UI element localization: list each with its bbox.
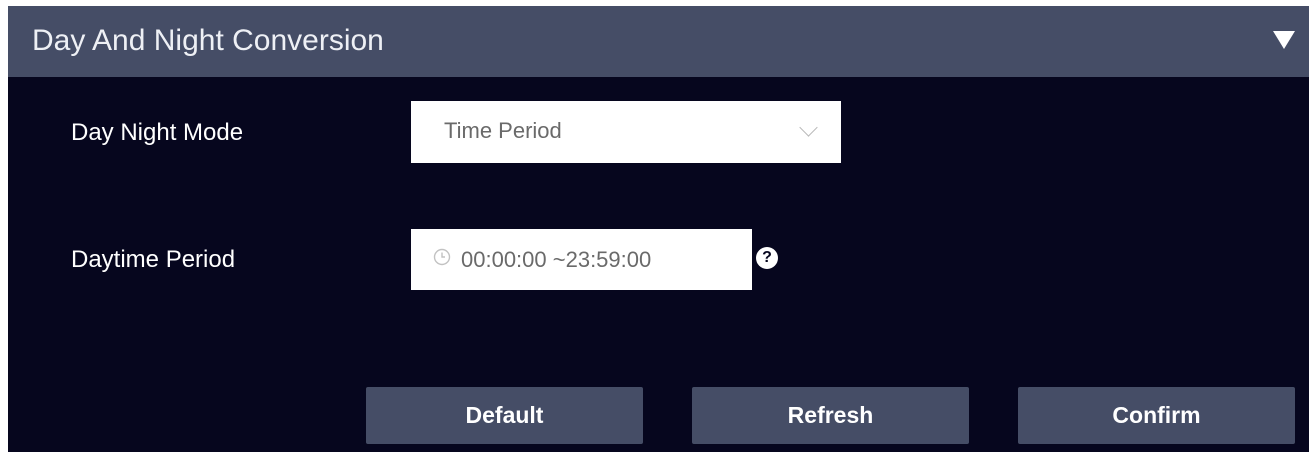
default-button[interactable]: Default (366, 387, 643, 444)
day-night-mode-value: Time Period (444, 118, 562, 143)
chevron-down-icon (799, 118, 818, 137)
day-night-mode-select[interactable]: Time Period (411, 101, 841, 163)
day-night-conversion-panel: Day And Night Conversion Day Night Mode … (8, 6, 1309, 452)
daytime-period-input[interactable]: 00:00:00 ~23:59:00 (411, 229, 752, 290)
panel-title: Day And Night Conversion (32, 24, 384, 57)
panel-header[interactable]: Day And Night Conversion (8, 6, 1309, 77)
daytime-period-value: 00:00:00 ~23:59:00 (461, 247, 652, 272)
refresh-button[interactable]: Refresh (692, 387, 969, 444)
clock-icon (433, 248, 451, 266)
help-icon[interactable]: ? (756, 247, 778, 269)
day-night-mode-label: Day Night Mode (71, 119, 244, 146)
triangle-down-icon[interactable] (1273, 31, 1295, 49)
daytime-period-label: Daytime Period (71, 246, 236, 273)
confirm-button[interactable]: Confirm (1018, 387, 1295, 444)
